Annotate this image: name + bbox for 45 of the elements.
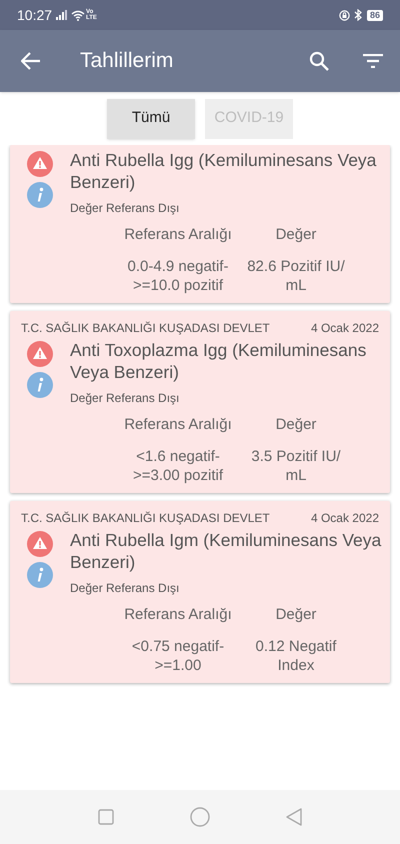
info-icon[interactable] — [27, 372, 53, 398]
reference-range: <1.6 negatif->=3.00 pozitif — [132, 447, 224, 485]
warning-icon — [27, 341, 53, 367]
reference-range: 0.0-4.9 negatif->=10.0 pozitif — [126, 257, 230, 295]
signal-icon — [56, 10, 68, 20]
result-value: 0.12 Negatif Index — [254, 637, 338, 675]
test-name: Anti Rubella Igg (Kemiluminesans Veya Benzeri) — [70, 149, 378, 193]
hospital-name: T.C. SAĞLIK BAKANLIĞI KUŞADASI DEVLET — [21, 510, 270, 527]
result-status: Değer Referans Dışı — [70, 200, 180, 217]
search-icon — [309, 51, 329, 71]
info-icon[interactable] — [27, 562, 53, 588]
warning-icon — [27, 151, 53, 177]
filter-icon — [363, 54, 383, 68]
back-arrow-icon — [21, 52, 41, 70]
bluetooth-icon — [354, 9, 362, 21]
test-name: Anti Toxoplazma Igg (Kemiluminesans Veya Benzeri) — [70, 339, 368, 383]
lock-rotation-icon — [338, 10, 350, 20]
result-status: Değer Referans Dışı — [70, 390, 180, 407]
battery-indicator: 86 — [366, 10, 383, 20]
reference-range: <0.75 negatif->=1.00 — [130, 637, 226, 675]
test-name: Anti Rubella Igm (Kemiluminesans Veya Benzeri) — [70, 529, 382, 573]
column-header: Değer — [274, 605, 318, 624]
recents-button[interactable] — [98, 809, 114, 825]
info-icon[interactable] — [27, 182, 53, 208]
result-value: 82.6 Pozitif IU/ mL — [246, 257, 346, 295]
result-value: 3.5 Pozitif IU/ mL — [250, 447, 342, 485]
result-card[interactable]: T.C. SAĞLIK BAKANLIĞI KUŞADASI DEVLET 4 Ocak 2022 Anti Rubella Igm (Kemiluminesans Veya Benzeri) Değer Referans Dışı Referans Aralığı Değer <0.75 negatif->=1.00 0.12 Negatif Index — [10, 501, 390, 683]
filter-tab[interactable]: Tümü — [107, 98, 195, 138]
home-button[interactable] — [190, 807, 210, 827]
status-time: 10:27 — [17, 6, 52, 24]
column-header: Referans Aralığı — [123, 225, 233, 244]
screen-title: Tahlillerim — [80, 48, 174, 74]
column-header: Değer — [274, 225, 318, 244]
result-date: 4 Ocak 2022 — [310, 320, 379, 337]
result-card[interactable]: Anti Rubella Igg (Kemiluminesans Veya Benzeri) Değer Referans Dışı Referans Aralığı Değer 0.0-4.9 negatif->=10.0 pozitif 82.6 Pozitif IU/ mL — [10, 145, 390, 303]
result-card[interactable]: T.C. SAĞLIK BAKANLIĞI KUŞADASI DEVLET 4 Ocak 2022 Anti Toxoplazma Igg (Kemiluminesans Veya Benzeri) Değer Referans Dışı Referans Aralığı Değer <1.6 negatif->=3.00 pozitif 3.5 Pozitif IU/ mL — [10, 311, 390, 493]
result-date: 4 Ocak 2022 — [310, 510, 379, 527]
result-status: Değer Referans Dışı — [70, 580, 180, 597]
wifi-icon — [71, 10, 86, 20]
hospital-name: T.C. SAĞLIK BAKANLIĞI KUŞADASI DEVLET — [21, 320, 270, 337]
column-header: Referans Aralığı — [123, 415, 233, 434]
column-header: Referans Aralığı — [123, 605, 233, 624]
warning-icon — [27, 531, 53, 557]
column-header: Değer — [274, 415, 318, 434]
back-nav-button[interactable] — [286, 808, 302, 826]
